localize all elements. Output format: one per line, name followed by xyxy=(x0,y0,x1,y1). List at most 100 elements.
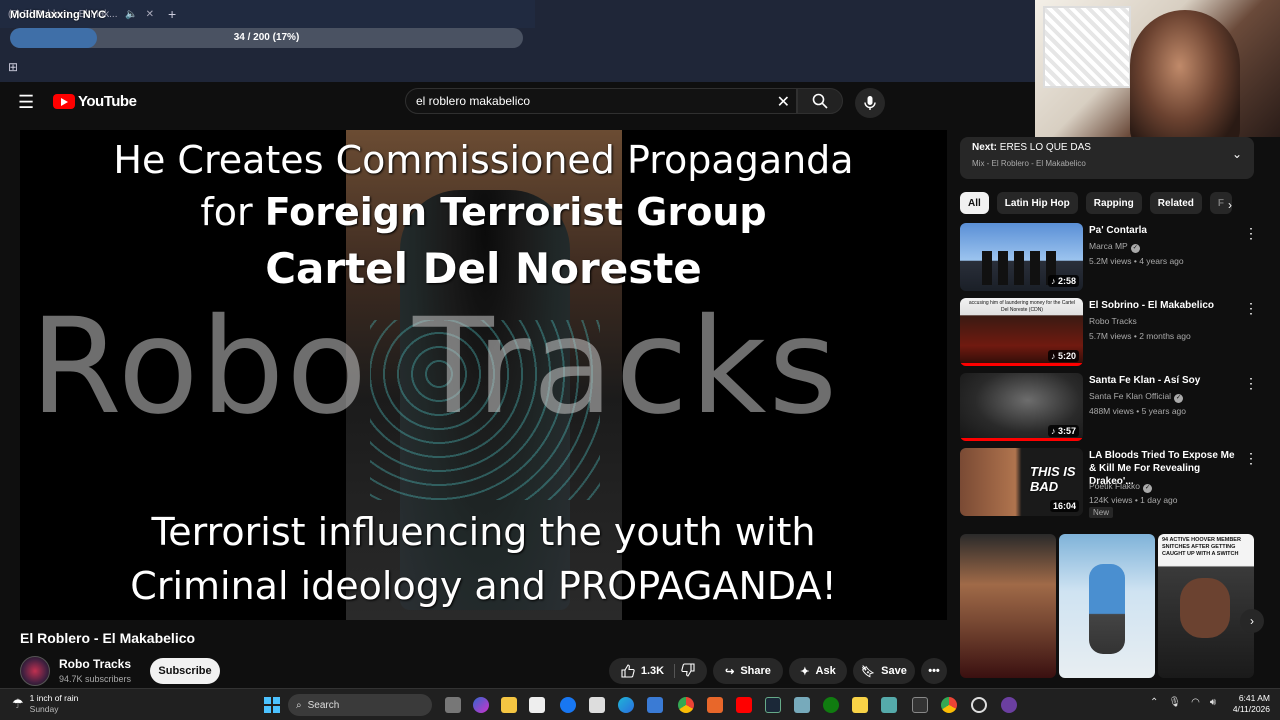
rec-thumbnail: THIS IS BAD 16:04 xyxy=(960,448,1083,516)
duration-text: 2:58 xyxy=(1057,276,1076,286)
short-caption: 94 ACTIVE HOOVER MEMBER SNITCHES AFTER G… xyxy=(1162,537,1241,557)
save-button[interactable]: 🔖︎ Save xyxy=(853,658,915,684)
video-player[interactable]: He Creates Commissioned Propaganda for F… xyxy=(20,130,947,620)
like-button[interactable]: 1.3K xyxy=(621,664,676,678)
more-actions-button[interactable]: ••• xyxy=(921,658,947,684)
taskbar-search-label: Search xyxy=(307,699,340,711)
chip-rapping[interactable]: Rapping xyxy=(1085,192,1142,214)
system-tray: ⌃ 🎙︎ ◠ 🔊︎ xyxy=(1150,697,1216,708)
chevron-right-icon[interactable]: › xyxy=(1228,198,1232,212)
clear-search-icon[interactable]: ✕ xyxy=(777,92,790,112)
chrome-icon[interactable] xyxy=(941,697,957,713)
chip-latin-hip-hop[interactable]: Latin Hip Hop xyxy=(996,192,1078,214)
short-thumbnail[interactable]: 94 ACTIVE HOOVER MEMBER SNITCHES AFTER G… xyxy=(1158,534,1254,678)
clock-date: 4/11/2026 xyxy=(1232,704,1270,714)
clock-time: 6:41 AM xyxy=(1238,693,1270,703)
chevron-right-icon[interactable]: › xyxy=(1240,609,1264,633)
youtube-play-icon xyxy=(53,94,75,109)
chevron-up-icon[interactable]: ⌃ xyxy=(1150,697,1158,708)
up-next-title: Next: ERES LO QUE DAS xyxy=(972,142,1091,153)
file-explorer-icon[interactable] xyxy=(501,697,517,713)
video-caption-line1: He Creates Commissioned Propaganda xyxy=(113,138,854,182)
weather-widget[interactable]: ☂ 1 inch of rain Sunday xyxy=(12,693,78,715)
share-button[interactable]: ↪ Share xyxy=(713,658,783,684)
app-icon[interactable] xyxy=(852,697,868,713)
recommendation-item[interactable]: ♪ 2:58 Pa' Contarla Marca MP ✓ 5.2M views… xyxy=(960,223,1260,293)
tab-close-icon[interactable]: ✕ xyxy=(146,9,154,20)
app-icon[interactable] xyxy=(881,697,897,713)
rec-channel-name: Santa Fe Klan Official xyxy=(1089,391,1172,401)
rec-meta: 5.7M views • 2 months ago xyxy=(1089,331,1191,341)
more-vertical-icon[interactable]: ⋮ xyxy=(1244,450,1258,467)
recommendation-item[interactable]: ♪ 3:57 Santa Fe Klan - Así Soy Santa Fe … xyxy=(960,373,1260,443)
up-next-video: ERES LO QUE DAS xyxy=(999,142,1091,153)
more-vertical-icon[interactable]: ⋮ xyxy=(1244,300,1258,317)
windows-start-icon[interactable] xyxy=(264,697,280,713)
more-vertical-icon[interactable]: ⋮ xyxy=(1244,375,1258,392)
search-button[interactable] xyxy=(797,88,843,114)
youtube-logo[interactable]: YouTube xyxy=(53,93,137,110)
app-icon[interactable] xyxy=(1001,697,1017,713)
app-icon[interactable] xyxy=(647,697,663,713)
chip-all[interactable]: All xyxy=(960,192,989,214)
windows-taskbar: ☂ 1 inch of rain Sunday ⌕ Search ⌃ 🎙︎ ◠ … xyxy=(0,688,1280,720)
youtube-app-icon[interactable] xyxy=(736,697,752,713)
duration-text: 5:20 xyxy=(1057,351,1076,361)
channel-name[interactable]: Robo Tracks xyxy=(59,657,131,671)
edge-icon[interactable] xyxy=(618,697,634,713)
search-input[interactable] xyxy=(416,89,766,113)
speaker-icon[interactable]: 🔊︎ xyxy=(1210,697,1216,708)
progress-text: 34 / 200 (17%) xyxy=(233,32,300,43)
amazon-icon[interactable] xyxy=(589,697,605,713)
wifi-icon[interactable]: ◠ xyxy=(1191,697,1200,708)
hamburger-menu-icon[interactable]: ☰ xyxy=(18,92,34,113)
rec-thumbnail: ♪ 3:57 xyxy=(960,373,1083,441)
chip-related[interactable]: Related xyxy=(1149,192,1202,214)
microphone-icon[interactable]: 🎙︎ xyxy=(1168,697,1181,708)
obs-icon[interactable] xyxy=(971,697,987,713)
rec-title: Pa' Contarla xyxy=(1089,225,1147,236)
video-caption-line3: Cartel Del Noreste xyxy=(265,244,702,293)
xbox-icon[interactable] xyxy=(823,697,839,713)
short-thumbnail[interactable] xyxy=(1059,534,1155,678)
apps-grid-icon[interactable]: ⊞ xyxy=(8,60,18,74)
more-horizontal-icon: ••• xyxy=(928,665,940,677)
app-icon[interactable] xyxy=(794,697,810,713)
dislike-button[interactable] xyxy=(681,662,695,680)
chrome-icon[interactable] xyxy=(678,697,694,713)
sparkle-icon: ✦ xyxy=(800,665,810,678)
rec-channel-name: Marca MP xyxy=(1089,241,1128,251)
weather-line2: Sunday xyxy=(29,704,59,714)
ask-button[interactable]: ✦ Ask xyxy=(789,658,847,684)
task-view-icon[interactable] xyxy=(445,697,461,713)
steam-icon[interactable] xyxy=(765,697,781,713)
recommendation-item[interactable]: accusing him of laundering money for the… xyxy=(960,298,1260,368)
app-icon[interactable] xyxy=(707,697,723,713)
youtube-logo-text: YouTube xyxy=(78,93,137,110)
short-thumbnail[interactable] xyxy=(960,534,1056,678)
store-icon[interactable] xyxy=(529,697,545,713)
video-caption-line2: for Foreign Terrorist Group xyxy=(20,190,947,234)
rec-channel-name: Poetik Flakko xyxy=(1089,481,1141,491)
chevron-down-icon[interactable]: ⌄ xyxy=(1232,147,1242,161)
thumbs-down-icon xyxy=(681,662,695,677)
recommendation-item[interactable]: THIS IS BAD 16:04 LA Bloods Tried To Exp… xyxy=(960,448,1260,518)
video-title: El Roblero - El Makabelico xyxy=(20,630,196,646)
copilot-icon[interactable] xyxy=(473,697,489,713)
up-next-playlist: Mix - El Roblero - El Makabelico xyxy=(972,159,1086,168)
up-next-card[interactable]: Next: ERES LO QUE DAS Mix - El Roblero -… xyxy=(960,137,1254,179)
system-clock[interactable]: 6:41 AM 4/11/2026 xyxy=(1232,693,1270,715)
rec-title: Santa Fe Klan - Así Soy xyxy=(1089,375,1201,386)
rec-meta: 488M views • 5 years ago xyxy=(1089,406,1186,416)
rec-thumbnail-caption: accusing him of laundering money for the… xyxy=(968,300,1076,313)
search-icon: ⌕ xyxy=(296,699,302,711)
app-icon[interactable] xyxy=(912,697,928,713)
voice-search-button[interactable] xyxy=(855,88,885,118)
more-vertical-icon[interactable]: ⋮ xyxy=(1244,225,1258,242)
subscribe-button[interactable]: Subscribe xyxy=(150,658,220,684)
audio-icon[interactable]: 🔈 xyxy=(125,9,137,20)
new-tab-button[interactable]: + xyxy=(168,6,176,22)
facebook-icon[interactable] xyxy=(560,697,576,713)
channel-avatar[interactable] xyxy=(20,656,50,686)
taskbar-search[interactable]: ⌕ Search xyxy=(288,694,432,716)
